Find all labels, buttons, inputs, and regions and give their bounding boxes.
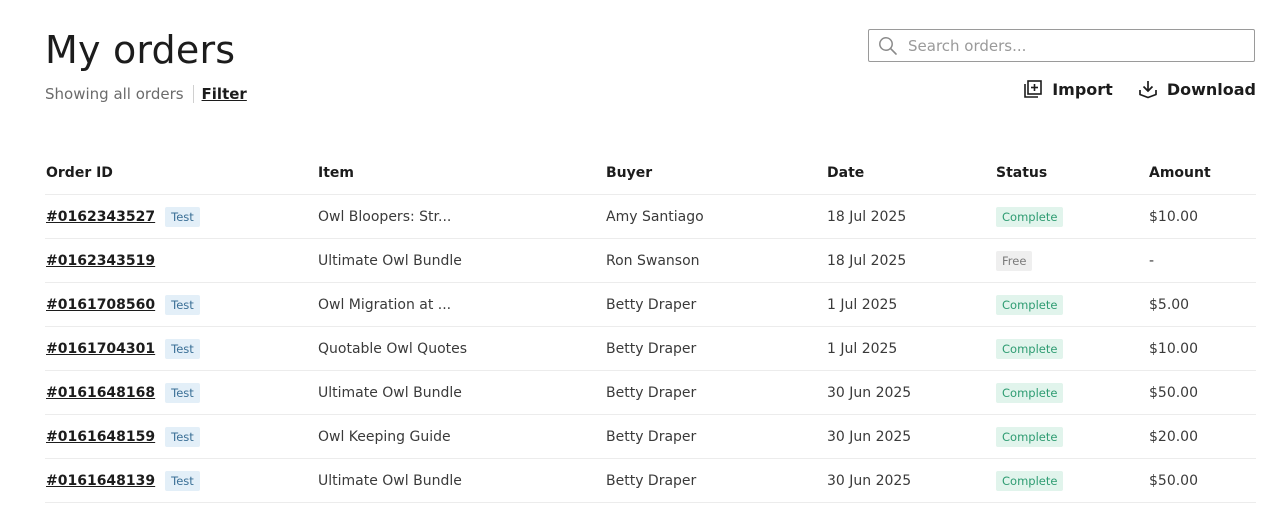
status-badge: Complete bbox=[996, 470, 1064, 491]
toolbar-actions: Import Download bbox=[1022, 78, 1256, 100]
column-header-order-id[interactable]: Order ID bbox=[45, 151, 317, 195]
column-header-buyer[interactable]: Buyer bbox=[605, 151, 826, 195]
order-id-link[interactable]: #0161648139 bbox=[46, 473, 155, 489]
date-cell: 18 Jul 2025 bbox=[826, 238, 995, 283]
status-cell: Complete bbox=[995, 458, 1148, 503]
table-row[interactable]: #0161708560 Test Owl Migration at ... Betty… bbox=[45, 282, 1256, 327]
order-id-link[interactable]: #0161648168 bbox=[46, 385, 155, 401]
page-title: My orders bbox=[45, 28, 236, 72]
table-header-row: Order ID Item Buyer Date Status Amount bbox=[45, 151, 1256, 195]
status-badge: Complete bbox=[996, 338, 1064, 359]
column-header-amount[interactable]: Amount bbox=[1148, 151, 1256, 195]
table-row[interactable]: #0161704301 Test Quotable Owl Quotes Betty … bbox=[45, 326, 1256, 371]
item-cell: Owl Bloopers: Str... bbox=[317, 194, 605, 239]
download-label: Download bbox=[1166, 79, 1256, 99]
download-button[interactable]: Download bbox=[1137, 78, 1256, 100]
order-id-link[interactable]: #0162343519 bbox=[46, 253, 155, 269]
status-badge: Complete bbox=[996, 206, 1064, 227]
status-badge: Complete bbox=[996, 382, 1064, 403]
date-cell: 1 Jul 2025 bbox=[826, 326, 995, 371]
import-button[interactable]: Import bbox=[1022, 78, 1113, 100]
order-id-link[interactable]: #0162343527 bbox=[46, 209, 155, 225]
table-row[interactable]: #0161648139 Test Ultimate Owl Bundle Betty … bbox=[45, 458, 1256, 503]
item-cell: Ultimate Owl Bundle bbox=[317, 370, 605, 415]
test-badge: Test bbox=[165, 206, 200, 227]
date-cell: 30 Jun 2025 bbox=[826, 414, 995, 459]
import-label: Import bbox=[1052, 79, 1113, 99]
table-row[interactable]: #0161648159 Test Owl Keeping Guide Betty Dr… bbox=[45, 414, 1256, 459]
status-cell: Complete bbox=[995, 282, 1148, 327]
table-row[interactable]: #0161648168 Test Ultimate Owl Bundle Betty … bbox=[45, 370, 1256, 415]
search-icon bbox=[878, 35, 900, 57]
date-cell: 30 Jun 2025 bbox=[826, 370, 995, 415]
column-header-item[interactable]: Item bbox=[317, 151, 605, 195]
status-badge: Free bbox=[996, 250, 1033, 271]
filter-link[interactable]: Filter bbox=[202, 85, 247, 103]
buyer-cell: Amy Santiago bbox=[605, 194, 826, 239]
item-cell: Quotable Owl Quotes bbox=[317, 326, 605, 371]
amount-cell: $20.00 bbox=[1148, 414, 1256, 459]
search-box[interactable] bbox=[868, 29, 1255, 62]
order-id-cell: #0162343527 Test bbox=[45, 194, 317, 239]
amount-cell: $5.00 bbox=[1148, 282, 1256, 327]
test-badge: Test bbox=[165, 338, 200, 359]
order-id-link[interactable]: #0161648159 bbox=[46, 429, 155, 445]
test-badge: Test bbox=[165, 382, 200, 403]
status-cell: Free bbox=[995, 238, 1148, 283]
item-cell: Ultimate Owl Bundle bbox=[317, 238, 605, 283]
order-id-cell: #0161648159 Test bbox=[45, 414, 317, 459]
orders-table: Order ID Item Buyer Date Status Amount #… bbox=[45, 151, 1256, 503]
amount-cell: $50.00 bbox=[1148, 370, 1256, 415]
order-id-cell: #0161648139 Test bbox=[45, 458, 317, 503]
amount-cell: $50.00 bbox=[1148, 458, 1256, 503]
order-id-link[interactable]: #0161704301 bbox=[46, 341, 155, 357]
status-badge: Complete bbox=[996, 426, 1064, 447]
test-badge: Test bbox=[165, 426, 200, 447]
status-cell: Complete bbox=[995, 326, 1148, 371]
order-filter-bar: Showing all orders Filter bbox=[45, 84, 247, 104]
amount-cell: $10.00 bbox=[1148, 326, 1256, 371]
buyer-cell: Betty Draper bbox=[605, 370, 826, 415]
status-badge: Complete bbox=[996, 294, 1064, 315]
table-row[interactable]: #0162343527 Test Owl Bloopers: Str... Amy S… bbox=[45, 194, 1256, 239]
buyer-cell: Betty Draper bbox=[605, 282, 826, 327]
order-id-cell: #0161648168 Test bbox=[45, 370, 317, 415]
order-id-cell: #0161704301 Test bbox=[45, 326, 317, 371]
item-cell: Owl Keeping Guide bbox=[317, 414, 605, 459]
date-cell: 30 Jun 2025 bbox=[826, 458, 995, 503]
import-icon bbox=[1022, 78, 1044, 100]
status-cell: Complete bbox=[995, 370, 1148, 415]
order-id-cell: #0162343519 bbox=[45, 238, 317, 283]
status-cell: Complete bbox=[995, 414, 1148, 459]
order-id-cell: #0161708560 Test bbox=[45, 282, 317, 327]
buyer-cell: Betty Draper bbox=[605, 458, 826, 503]
column-header-status[interactable]: Status bbox=[995, 151, 1148, 195]
search-input[interactable] bbox=[906, 35, 1230, 56]
buyer-cell: Ron Swanson bbox=[605, 238, 826, 283]
order-id-link[interactable]: #0161708560 bbox=[46, 297, 155, 313]
date-cell: 18 Jul 2025 bbox=[826, 194, 995, 239]
amount-cell: $10.00 bbox=[1148, 194, 1256, 239]
orders-table-body: #0162343527 Test Owl Bloopers: Str... Amy S… bbox=[45, 194, 1256, 503]
table-row[interactable]: #0162343519 Ultimate Owl Bundle Ron Swanso… bbox=[45, 238, 1256, 283]
item-cell: Ultimate Owl Bundle bbox=[317, 458, 605, 503]
item-cell: Owl Migration at ... bbox=[317, 282, 605, 327]
date-cell: 1 Jul 2025 bbox=[826, 282, 995, 327]
amount-cell: - bbox=[1148, 238, 1256, 283]
download-icon bbox=[1137, 78, 1159, 100]
test-badge: Test bbox=[165, 294, 200, 315]
showing-text: Showing all orders bbox=[45, 85, 194, 103]
test-badge: Test bbox=[165, 470, 200, 491]
buyer-cell: Betty Draper bbox=[605, 414, 826, 459]
buyer-cell: Betty Draper bbox=[605, 326, 826, 371]
column-header-date[interactable]: Date bbox=[826, 151, 995, 195]
status-cell: Complete bbox=[995, 194, 1148, 239]
